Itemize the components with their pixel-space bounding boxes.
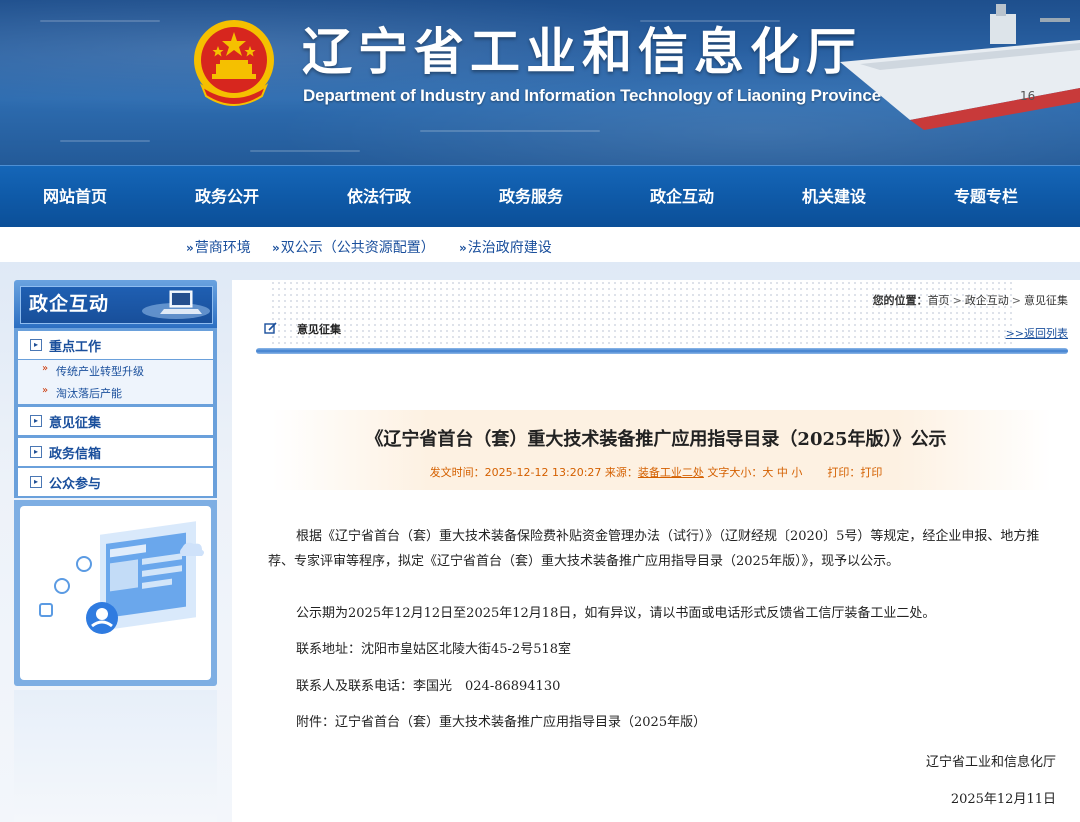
sidebar-item-label: 重点工作: [49, 340, 102, 355]
article-paragraph: 附件：辽宁省首台（套）重大技术装备推广应用指导目录（2025年版）: [296, 715, 707, 730]
chevron-right-icon: »: [42, 363, 49, 374]
nav-home[interactable]: 网站首页: [0, 166, 150, 227]
wave-decoration: [60, 140, 150, 142]
nav-law-admin[interactable]: 依法行政: [304, 166, 454, 227]
sidebar-subitem-industry-upgrade[interactable]: » 传统产业转型升级: [18, 360, 213, 382]
sidebar-item-mailbox[interactable]: ▸ 政务信箱: [18, 438, 213, 466]
sidebar-item-opinion-collection[interactable]: ▸ 意见征集: [18, 407, 213, 435]
nav-gov-enterprise[interactable]: 政企互动: [607, 166, 757, 227]
link-label: 双公示（公共资源配置）: [280, 240, 435, 256]
sidebar-promo-panel: [20, 506, 211, 680]
double-chevron-right-icon: »: [272, 241, 280, 255]
link-rule-of-law[interactable]: »法治政府建设: [459, 237, 552, 257]
double-chevron-right-icon: »: [459, 241, 467, 255]
breadcrumb-prefix: 您的位置：: [872, 294, 928, 307]
online-service-illustration: [39, 521, 204, 634]
main-nav: 网站首页 政务公开 依法行政 政务服务 政企互动 机关建设 专题专栏: [0, 165, 1080, 227]
back-to-list-link[interactable]: >>返回列表: [1006, 325, 1068, 341]
expand-box-icon: ▸: [30, 446, 42, 458]
sidebar-menu: ▸ 重点工作 » 传统产业转型升级 » 淘汰落后产能 ▸ 意见征集 ▸ 政务信箱…: [14, 328, 217, 498]
expand-box-icon: ▸: [30, 339, 42, 351]
article-paragraph: 公示期为2025年12月12日至2025年12月18日，如有异议，请以书面或电话…: [296, 606, 936, 621]
wave-decoration: [250, 150, 360, 152]
source-label: 来源：: [604, 466, 638, 479]
breadcrumb: 您的位置：首页 > 政企互动 > 意见征集: [873, 292, 1068, 308]
sidebar-header-panel: 政企互动: [20, 286, 213, 324]
sidebar-header: 政企互动: [14, 280, 217, 328]
breadcrumb-separator: >: [952, 294, 962, 307]
main-content: 您的位置：首页 > 政企互动 > 意见征集 意见征集 >>返回列表 《辽宁省首台（套）重…: [232, 280, 1080, 822]
wave-decoration: [40, 20, 160, 22]
print-button[interactable]: 打印: [860, 466, 882, 479]
article-meta: 发文时间：2025-12-12 13:20:27 来源：装备工业二处 文字大小：…: [232, 464, 1080, 480]
site-banner: 辽宁省工业和信息化厅 Department of Industry and In…: [0, 0, 1080, 165]
sidebar-subitem-eliminate-capacity[interactable]: » 淘汰落后产能: [18, 382, 213, 404]
expand-box-icon: ▸: [30, 415, 42, 427]
section-name: 意见征集: [297, 323, 341, 336]
aircraft-carrier-image: 16: [840, 4, 1080, 130]
article-paragraph: 根据《辽宁省首台（套）重大技术装备保险费补贴资金管理办法（试行）》（辽财经规〔2…: [268, 529, 1040, 569]
breadcrumb-gov-enterprise[interactable]: 政企互动: [965, 294, 1009, 307]
nav-gov-services[interactable]: 政务服务: [456, 166, 606, 227]
svg-text:16: 16: [1020, 89, 1035, 103]
print-label: 打印：: [827, 466, 861, 479]
publish-date: 2025-12-12 13:20:27: [484, 466, 602, 479]
sidebar-subitem-label: 传统产业转型升级: [56, 365, 144, 378]
site-subtitle: Department of Industry and Information T…: [303, 86, 881, 105]
nav-gov-affairs-open[interactable]: 政务公开: [152, 166, 302, 227]
article-sign-date: 2025年12月11日: [950, 792, 1056, 807]
section-divider: [256, 348, 1068, 354]
expand-box-icon: ▸: [30, 476, 42, 488]
sidebar-item-key-work[interactable]: ▸ 重点工作: [18, 331, 213, 359]
article-signature: 辽宁省工业和信息化厅: [925, 755, 1056, 770]
font-size-large-button[interactable]: 大: [762, 466, 773, 479]
link-dual-publicity[interactable]: »双公示（公共资源配置）: [272, 237, 435, 257]
breadcrumb-opinion[interactable]: 意见征集: [1024, 294, 1068, 307]
date-label: 发文时间：: [429, 466, 485, 479]
article-paragraph: 联系人及联系电话：李国光 024-86894130: [296, 679, 561, 694]
breadcrumb-home[interactable]: 首页: [928, 294, 950, 307]
sidebar-subitem-label: 淘汰落后产能: [56, 387, 122, 400]
link-business-environment[interactable]: »营商环境: [186, 237, 251, 257]
link-label: 营商环境: [194, 240, 251, 256]
font-size-medium-button[interactable]: 中: [777, 466, 788, 479]
laptop-icon: [142, 290, 210, 319]
font-size-label: 文字大小：: [707, 466, 763, 479]
double-chevron-right-icon: »: [186, 241, 194, 255]
source-link[interactable]: 装备工业二处: [638, 466, 704, 479]
edit-icon: [264, 322, 277, 334]
nav-party-building[interactable]: 机关建设: [759, 166, 909, 227]
article-title: 《辽宁省首台（套）重大技术装备推广应用指导目录（2025年版）》公示: [365, 429, 947, 450]
sidebar-item-label: 意见征集: [49, 416, 102, 431]
sidebar-promo-card[interactable]: [14, 500, 217, 686]
wave-decoration: [420, 130, 600, 132]
sidebar-item-label: 公众参与: [49, 477, 102, 492]
font-size-small-button[interactable]: 小: [791, 466, 802, 479]
nav-special-topics[interactable]: 专题专栏: [911, 166, 1061, 227]
sidebar-item-label: 政务信箱: [49, 447, 102, 462]
chevron-right-icon: »: [42, 385, 49, 396]
sidebar-bottom-fill: [14, 690, 217, 822]
article-paragraph: 联系地址：沈阳市皇姑区北陵大街45-2号518室: [296, 642, 572, 657]
site-title: 辽宁省工业和信息化厅: [302, 23, 862, 81]
national-emblem-icon: [194, 20, 274, 106]
breadcrumb-separator: >: [1011, 294, 1021, 307]
sidebar: 政企互动 ▸ 重点工作 » 传统产业转型升级 » 淘汰落后产能 ▸ 意见征集 ▸…: [14, 280, 217, 822]
sidebar-title: 政企互动: [29, 293, 110, 315]
link-label: 法治政府建设: [467, 240, 552, 256]
sidebar-item-public-participation[interactable]: ▸ 公众参与: [18, 468, 213, 496]
